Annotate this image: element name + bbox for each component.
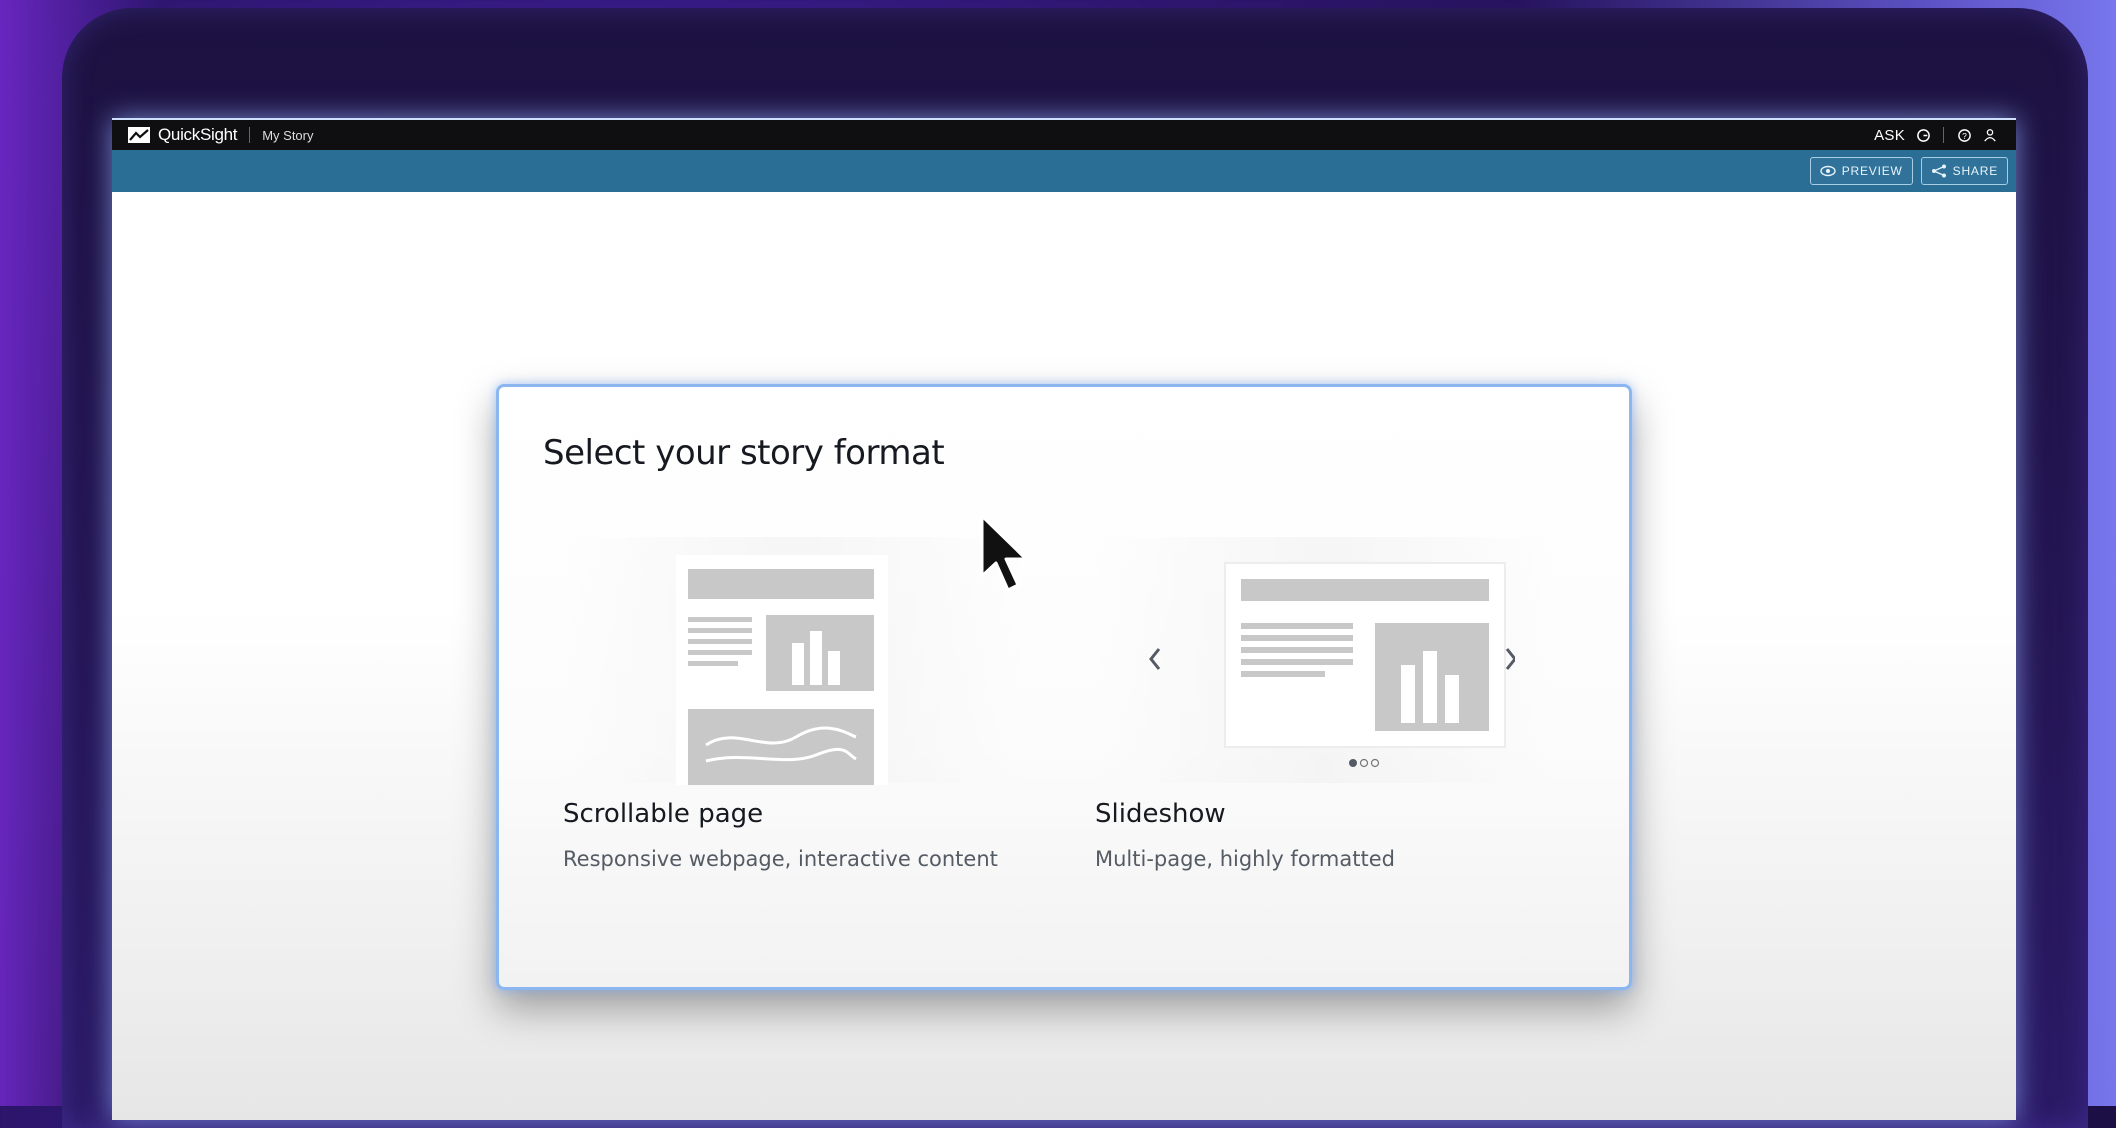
top-bar: QuickSight My Story ASK ? [112, 120, 2016, 150]
app-name: QuickSight [158, 125, 238, 144]
quicksight-logo[interactable]: QuickSight [128, 125, 238, 145]
story-toolbar: PREVIEW SHARE [112, 150, 2016, 192]
scrollable-page-thumbnail-icon [676, 555, 888, 785]
scrollable-page-preview [563, 537, 1023, 785]
slideshow-description: Multi-page, highly formatted [1095, 847, 1395, 871]
eye-icon [1820, 165, 1836, 177]
scrollable-page-title: Scrollable page [563, 799, 764, 829]
slideshow-option[interactable]: Slideshow Multi-page, highly formatted [1095, 537, 1565, 917]
scrollable-page-option[interactable]: Scrollable page Responsive webpage, inte… [563, 537, 1033, 917]
ask-button[interactable]: ASK [1874, 127, 1905, 144]
share-icon [1931, 164, 1946, 178]
quicksight-logo-icon [128, 127, 150, 143]
story-format-dialog: Select your story format Scrollable page… [496, 384, 1632, 990]
search-icon[interactable] [1915, 127, 1931, 143]
dialog-title: Select your story format [543, 433, 945, 473]
slideshow-preview [1095, 537, 1555, 783]
slideshow-thumbnail-icon [1149, 562, 1515, 768]
svg-text:?: ? [1962, 130, 1967, 140]
share-label: SHARE [1952, 164, 1998, 178]
story-canvas: Select your story format Scrollable page… [112, 192, 2016, 1120]
story-name[interactable]: My Story [262, 128, 313, 143]
slideshow-title: Slideshow [1095, 799, 1226, 829]
help-icon[interactable]: ? [1956, 127, 1972, 143]
preview-label: PREVIEW [1841, 164, 1903, 178]
share-button[interactable]: SHARE [1920, 157, 2008, 185]
divider [1943, 127, 1944, 143]
pointer-cursor-icon [980, 514, 1028, 592]
top-right-controls: ASK ? [1874, 127, 1998, 144]
app-window: QuickSight My Story ASK ? PREVIEW SHARE [112, 118, 2016, 1120]
preview-button[interactable]: PREVIEW [1809, 157, 1913, 185]
scrollable-page-description: Responsive webpage, interactive content [563, 847, 998, 871]
user-icon[interactable] [1982, 127, 1998, 143]
divider [249, 127, 251, 143]
